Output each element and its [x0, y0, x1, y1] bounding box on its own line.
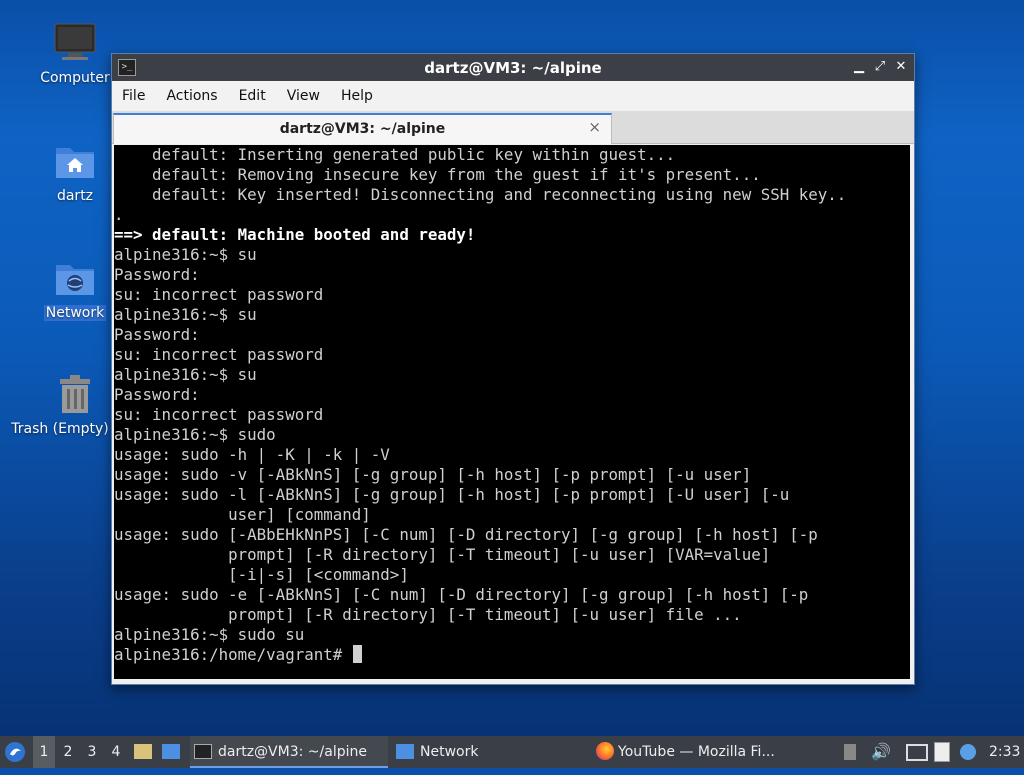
desktop-icon-trash[interactable]: Trash (Empty): [11, 373, 115, 437]
maximize-button[interactable]: ⤢: [871, 58, 889, 76]
terminal-line: Password:: [114, 325, 200, 344]
terminal-line: prompt] [-R directory] [-T timeout] [-u …: [114, 605, 742, 624]
terminal-line: prompt] [-R directory] [-T timeout] [-u …: [114, 545, 771, 564]
menu-view[interactable]: View: [287, 88, 320, 104]
terminal-line: default: Key inserted! Disconnecting and…: [114, 185, 847, 204]
terminal-line: ==> default: Machine booted and ready!: [114, 225, 476, 244]
terminal-line: Password:: [114, 385, 200, 404]
clipboard-icon[interactable]: [934, 736, 950, 768]
task-label: Network: [420, 744, 479, 760]
desktop-icon-network[interactable]: Network: [35, 257, 115, 321]
terminal-line: default: Removing insecure key from the …: [114, 165, 761, 184]
menu-help[interactable]: Help: [341, 88, 373, 104]
text-cursor: [352, 645, 362, 663]
terminal-line: usage: sudo [-ABbEHkNnPS] [-C num] [-D d…: [114, 525, 818, 544]
terminal-line: usage: sudo -e [-ABkNnS] [-C num] [-D di…: [114, 585, 809, 604]
desktop-icon-home[interactable]: dartz: [35, 140, 115, 204]
close-button[interactable]: ✕: [892, 58, 910, 76]
desktop-launcher[interactable]: [162, 736, 186, 768]
tab-bar: dartz@VM3: ~/alpine ×: [112, 111, 914, 144]
tab-close-icon[interactable]: ×: [588, 118, 601, 136]
home-folder-icon: [54, 140, 96, 182]
terminal-line: alpine316:~$ su: [114, 365, 257, 384]
start-menu-button[interactable]: [4, 736, 28, 768]
firefox-icon: [596, 742, 614, 760]
folder-icon: [134, 744, 152, 759]
terminal-line: alpine316:~$ sudo: [114, 425, 276, 444]
desktop-icon-label: Network: [43, 305, 107, 321]
notification-icon[interactable]: [960, 736, 976, 768]
menu-bar: File Actions Edit View Help: [112, 81, 914, 111]
terminal-line: usage: sudo -h | -K | -k | -V: [114, 445, 390, 464]
task-terminal[interactable]: dartz@VM3: ~/alpine: [190, 736, 388, 768]
app-menu-icon: [5, 742, 25, 762]
workspace-3[interactable]: 3: [81, 736, 103, 768]
workspace-1[interactable]: 1: [33, 736, 55, 768]
terminal-line: default: Inserting generated public key …: [114, 145, 676, 164]
terminal-line: .: [114, 205, 124, 224]
desktop-icon-label: Trash (Empty): [11, 421, 109, 437]
terminal-line: alpine316:~$ su: [114, 305, 257, 324]
volume-icon[interactable]: 🔊: [871, 736, 891, 768]
task-label: dartz@VM3: ~/alpine: [218, 744, 367, 760]
desktop-icon: [162, 744, 180, 759]
file-manager-launcher[interactable]: [134, 736, 158, 768]
menu-actions[interactable]: Actions: [166, 88, 217, 104]
terminal-line: su: incorrect password: [114, 285, 324, 304]
desktop-icon-computer[interactable]: Computer: [35, 22, 115, 86]
network-folder-icon: [54, 257, 96, 299]
terminal-prompt: alpine316:/home/vagrant#: [114, 645, 352, 664]
minimize-button[interactable]: ▁: [850, 58, 868, 76]
terminal-icon: [194, 744, 212, 759]
terminal-line: alpine316:~$ sudo su: [114, 625, 305, 644]
desktop-icon-label: Computer: [40, 70, 110, 86]
terminal-line: alpine316:~$ su: [114, 245, 257, 264]
terminal-line: [-i|-s] [<command>]: [114, 565, 409, 584]
terminal-line: usage: sudo -v [-ABkNnS] [-g group] [-h …: [114, 465, 752, 484]
task-network[interactable]: Network: [392, 736, 586, 768]
task-label: YouTube — Mozilla Fi...: [618, 744, 775, 760]
network-tray-icon[interactable]: [906, 736, 928, 768]
terminal-line: usage: sudo -l [-ABkNnS] [-g group] [-h …: [114, 485, 790, 504]
tab-terminal[interactable]: dartz@VM3: ~/alpine ×: [113, 113, 612, 144]
window-title: dartz@VM3: ~/alpine: [424, 59, 602, 77]
terminal-line: su: incorrect password: [114, 345, 324, 364]
terminal-window: >_ dartz@VM3: ~/alpine ▁ ⤢ ✕ File Action…: [111, 53, 915, 685]
workspace-2[interactable]: 2: [57, 736, 79, 768]
terminal-line: Password:: [114, 265, 200, 284]
computer-icon: [54, 22, 96, 64]
taskbar: 1 2 3 4 dartz@VM3: ~/alpine Network YouT…: [0, 736, 1024, 768]
tab-label: dartz@VM3: ~/alpine: [279, 121, 446, 137]
menu-file[interactable]: File: [122, 88, 145, 104]
title-bar[interactable]: >_ dartz@VM3: ~/alpine ▁ ⤢ ✕: [112, 54, 914, 81]
desktop-icon-label: dartz: [56, 188, 94, 204]
terminal-output[interactable]: default: Inserting generated public key …: [114, 145, 910, 679]
workspace-4[interactable]: 4: [105, 736, 127, 768]
clock[interactable]: 2:33: [989, 736, 1020, 768]
terminal-prompt-line[interactable]: alpine316:/home/vagrant#: [114, 645, 910, 665]
folder-icon: [396, 744, 414, 759]
trash-icon: [54, 373, 96, 415]
menu-edit[interactable]: Edit: [239, 88, 266, 104]
tray-arrow-icon[interactable]: [844, 736, 860, 768]
task-firefox[interactable]: YouTube — Mozilla Fi...: [592, 736, 796, 768]
terminal-line: su: incorrect password: [114, 405, 324, 424]
terminal-line: user] [command]: [114, 505, 371, 524]
